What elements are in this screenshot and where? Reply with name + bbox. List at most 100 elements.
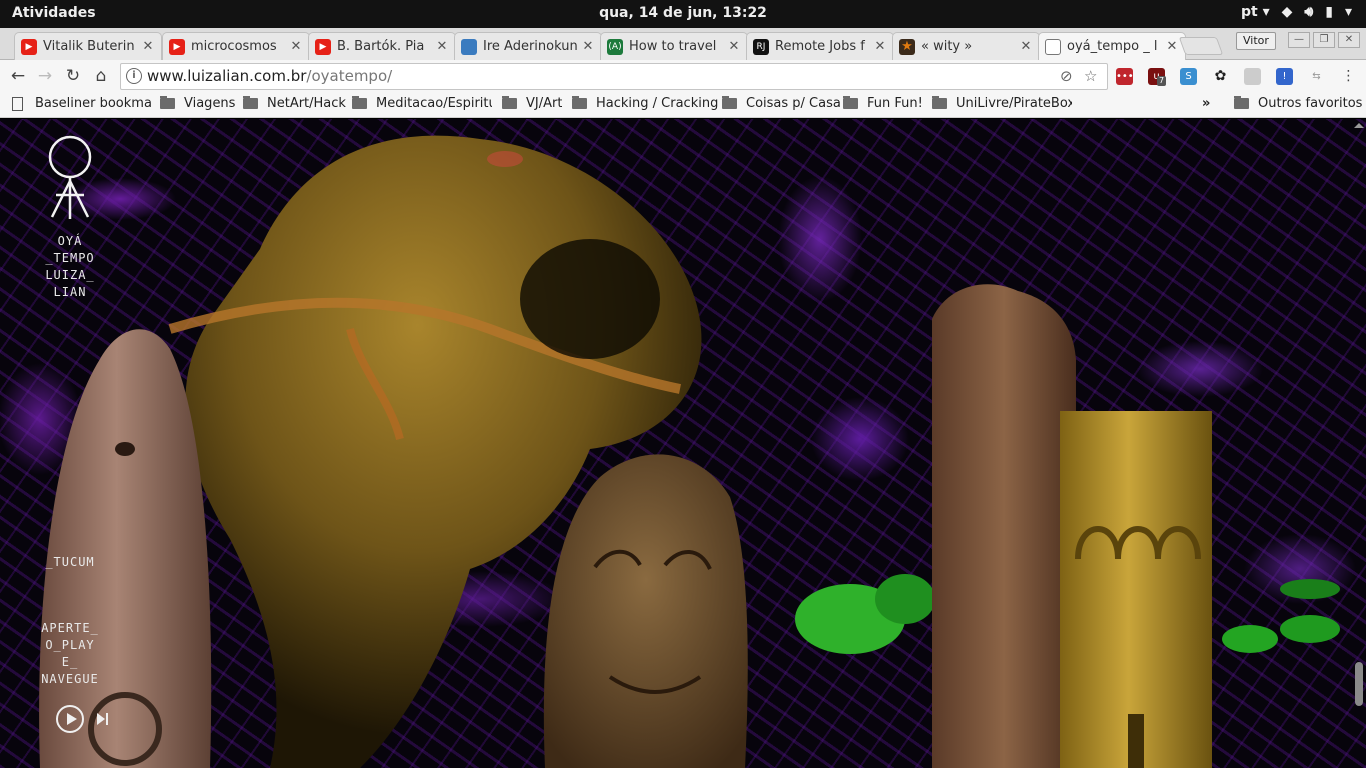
extension-lastpass-icon[interactable]: ••• (1116, 68, 1134, 85)
scroll-up-icon[interactable] (1354, 123, 1364, 128)
volume-icon[interactable]: 🔊︎ (1304, 4, 1313, 20)
tab-how-to-travel[interactable]: (A) How to travel ✕ (600, 32, 748, 60)
tab-label: Vitalik Buterin (43, 39, 135, 54)
bookmark-folder-hacking[interactable]: Hacking / Cracking (572, 96, 718, 111)
ublock-icon[interactable]: u7 (1148, 68, 1167, 86)
close-icon[interactable]: ✕ (141, 39, 155, 54)
system-tray[interactable]: pt ▾ ◆ 🔊︎ ▮ ▾ (1241, 4, 1352, 20)
site-icon: RJ (753, 38, 769, 55)
avatar-icon (461, 38, 477, 55)
system-menu-icon[interactable]: ▾ (1345, 4, 1352, 20)
bookmark-folder-fun[interactable]: Fun Fun! (843, 96, 923, 111)
page-icon (12, 96, 23, 111)
gnome-extension-icon[interactable]: ✿ (1212, 68, 1229, 85)
skype-icon[interactable]: S (1180, 68, 1197, 85)
tab-ire-aderinokun[interactable]: Ire Aderinokun ✕ (454, 32, 602, 60)
bookmark-label: UniLivre/PirateBox/ (956, 96, 1072, 111)
tab-label: Ire Aderinokun (483, 39, 578, 54)
profile-button[interactable]: Vitor (1236, 32, 1276, 50)
extension-flag-icon[interactable]: ! (1276, 68, 1293, 85)
close-icon[interactable]: ✕ (873, 39, 887, 54)
bookmark-folder-meditacao[interactable]: Meditacao/Espiritu (352, 96, 492, 111)
folder-icon (932, 96, 947, 109)
close-icon[interactable]: ✕ (435, 39, 449, 54)
tab-vitalik[interactable]: ▶ Vitalik Buterin ✕ (14, 32, 162, 60)
tab-bartok[interactable]: ▶ B. Bartók. Pia ✕ (308, 32, 456, 60)
minimize-button[interactable]: — (1288, 32, 1310, 48)
star-icon: ★ (899, 38, 915, 55)
home-button[interactable]: ⌂ (90, 66, 112, 86)
bookmark-label: Baseliner bookmar (35, 96, 152, 111)
tab-oyatempo[interactable]: oyá_tempo _ l ✕ (1038, 32, 1186, 60)
reload-button[interactable]: ↻ (62, 66, 84, 86)
wifi-icon[interactable]: ◆ (1282, 4, 1293, 20)
tab-wity[interactable]: ★ « wity » ✕ (892, 32, 1040, 60)
tab-label: « wity » (921, 39, 973, 54)
tab-label: B. Bartók. Pia (337, 39, 425, 54)
bookmark-label: Fun Fun! (867, 96, 923, 111)
bookmark-folder-viagens[interactable]: Viagens (160, 96, 235, 111)
tab-remote-jobs[interactable]: RJ Remote Jobs f ✕ (746, 32, 894, 60)
bookmark-folder-unilivre[interactable]: UniLivre/PirateBox/ (932, 96, 1072, 111)
bookmarks-overflow-button[interactable]: » (1202, 96, 1210, 111)
menu-icon[interactable]: ⋮ (1340, 68, 1357, 85)
bookmark-folder-netart[interactable]: NetArt/Hack (243, 96, 346, 111)
address-bar[interactable]: www.luizalian.com.br/oyatempo/ (120, 63, 1108, 90)
close-icon[interactable]: ✕ (727, 39, 741, 54)
language-label: pt (1241, 4, 1258, 20)
bookmark-label: Outros favoritos (1258, 96, 1363, 111)
forward-button[interactable]: → (34, 66, 56, 86)
bookmark-folder-vjart[interactable]: VJ/Art (502, 96, 562, 111)
tucum-link[interactable]: _TUCUM (30, 555, 110, 569)
tab-microcosmos[interactable]: ▶ microcosmos ✕ (162, 32, 310, 60)
battery-icon[interactable]: ▮ (1325, 4, 1333, 20)
site-info-icon[interactable]: i (126, 68, 142, 84)
center-stone-artwork (543, 454, 748, 768)
back-button[interactable]: ← (7, 66, 29, 86)
close-icon[interactable]: ✕ (1019, 39, 1033, 54)
bookmark-star-icon[interactable]: ☆ (1084, 67, 1097, 85)
youtube-icon: ▶ (169, 38, 185, 55)
new-tab-button[interactable] (1178, 37, 1224, 55)
site-logo-icon[interactable] (42, 133, 98, 223)
system-top-bar: Atividades qua, 14 de jun, 13:22 pt ▾ ◆ … (0, 0, 1366, 28)
bookmark-label: Coisas p/ Casa (746, 96, 841, 111)
page-icon (1045, 38, 1061, 55)
bookmark-folder-casa[interactable]: Coisas p/ Casa (722, 96, 841, 111)
bookmark-baseliner[interactable]: Baseliner bookmar (12, 96, 152, 111)
folder-icon (502, 96, 517, 109)
close-window-button[interactable]: ✕ (1338, 32, 1360, 48)
folder-icon (243, 96, 258, 109)
bookmark-label: Meditacao/Espiritu (376, 96, 492, 111)
folder-icon (843, 96, 858, 109)
site-title[interactable]: OYÁ _TEMPO LUIZA_ LIAN (30, 233, 110, 301)
tab-label: microcosmos (191, 39, 277, 54)
youtube-icon: ▶ (315, 38, 331, 55)
ublock-badge: 7 (1157, 76, 1167, 86)
play-icon[interactable] (56, 705, 84, 733)
bookmark-folder-outros[interactable]: Outros favoritos (1234, 96, 1362, 111)
left-stone-artwork (39, 329, 212, 768)
language-indicator[interactable]: pt ▾ (1241, 4, 1270, 20)
yellow-block-artwork (1060, 411, 1212, 768)
tab-label: oyá_tempo _ l (1067, 39, 1158, 54)
scrollbar-thumb[interactable] (1355, 662, 1363, 706)
bookmark-label: Hacking / Cracking (596, 96, 719, 111)
page-scrollbar[interactable] (1352, 119, 1366, 768)
folder-icon (352, 96, 367, 109)
browser-toolbar: ← → ↻ ⌂ www.luizalian.com.br/oyatempo/ i… (0, 60, 1366, 92)
blocked-content-icon[interactable]: ⊘ (1060, 67, 1073, 85)
url-path: /oyatempo/ (306, 67, 393, 85)
clock[interactable]: qua, 14 de jun, 13:22 (0, 5, 1366, 21)
cast-icon[interactable] (1244, 68, 1261, 85)
close-icon[interactable]: ✕ (1165, 39, 1179, 54)
next-track-icon[interactable] (97, 712, 113, 726)
bookmark-label: NetArt/Hack (267, 96, 346, 111)
folder-icon (722, 96, 737, 109)
extension-share-icon[interactable]: ⇆ (1308, 68, 1325, 85)
close-icon[interactable]: ✕ (581, 39, 595, 54)
url-domain: www.luizalian.com.br (147, 67, 307, 85)
folder-icon (572, 96, 587, 109)
maximize-button[interactable]: ❐ (1313, 32, 1335, 48)
close-icon[interactable]: ✕ (289, 39, 303, 54)
